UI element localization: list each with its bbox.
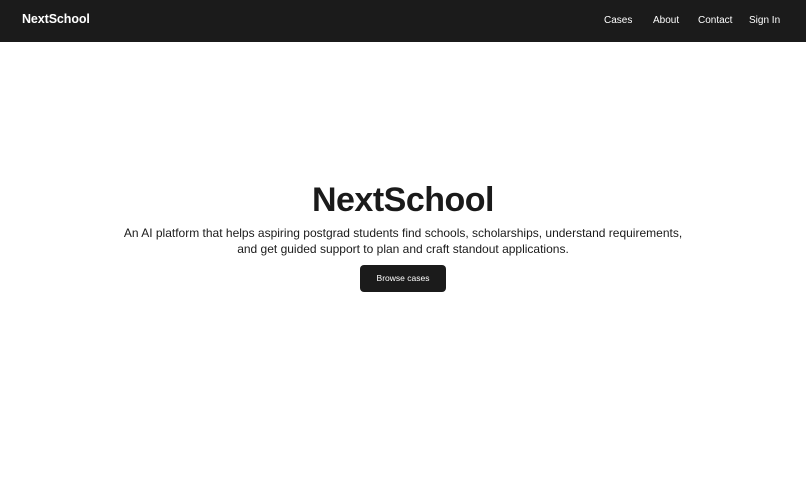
hero-title: NextSchool (311, 181, 495, 219)
nav-link-about[interactable]: About (653, 15, 679, 26)
top-navbar: NextSchool Cases About Contact Sign In (0, 0, 806, 42)
nav-link-sign-in[interactable]: Sign In (749, 15, 780, 26)
nav-link-contact[interactable]: Contact (698, 15, 732, 26)
hero-section: NextSchool An AI platform that helps asp… (0, 42, 806, 504)
hero-description: An AI platform that helps aspiring postg… (123, 226, 683, 256)
brand-logo-link[interactable]: NextSchool (22, 12, 90, 26)
browse-cases-button[interactable]: Browse cases (360, 265, 446, 292)
nav-link-cases[interactable]: Cases (604, 15, 632, 26)
